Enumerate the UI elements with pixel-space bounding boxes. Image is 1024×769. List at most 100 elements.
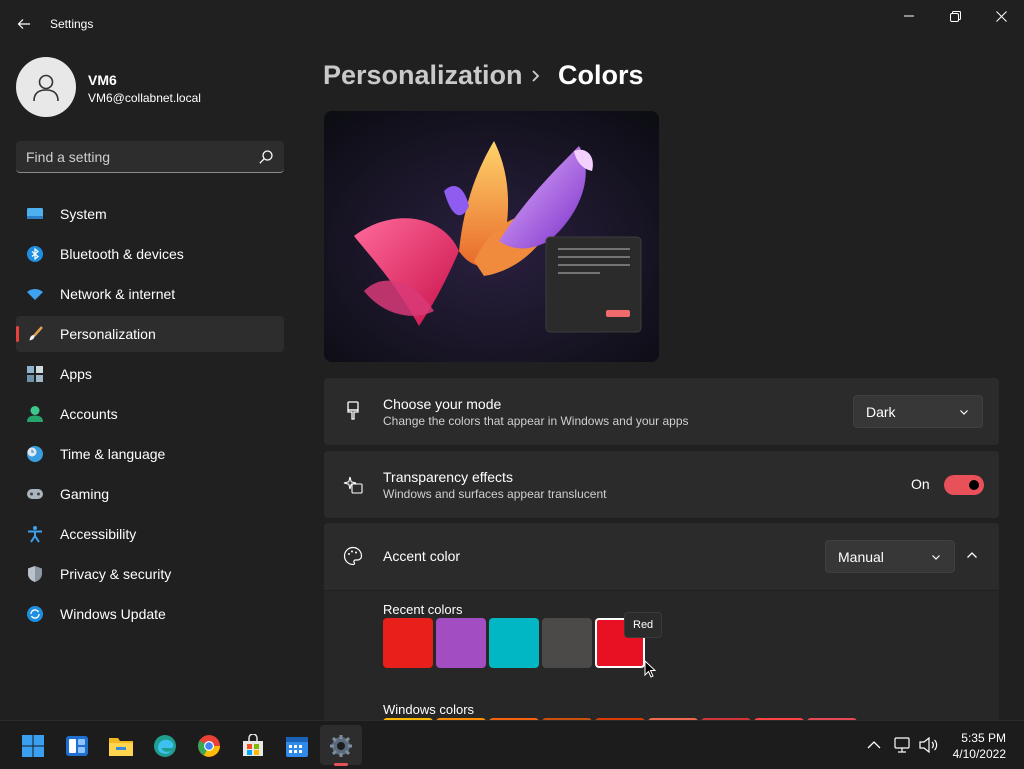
apps-icon xyxy=(26,365,44,383)
mode-dropdown[interactable]: Dark xyxy=(853,395,983,428)
accounts-icon xyxy=(26,405,44,423)
chrome-icon[interactable] xyxy=(196,733,222,759)
theme-preview xyxy=(324,111,659,362)
restore-icon xyxy=(949,10,961,22)
sidebar-item-personalization[interactable]: Personalization xyxy=(16,316,284,352)
sidebar-item-time-language[interactable]: Time & language xyxy=(16,436,284,472)
breadcrumb-parent[interactable]: Personalization xyxy=(323,60,523,91)
close-button[interactable] xyxy=(978,0,1024,32)
mode-dropdown-value: Dark xyxy=(866,404,896,420)
app-title: Settings xyxy=(50,17,94,31)
search-box[interactable] xyxy=(16,141,284,173)
brush-icon xyxy=(26,325,44,343)
sidebar-item-label: Gaming xyxy=(60,486,110,502)
accent-dropdown-value: Manual xyxy=(838,549,884,565)
transparency-state-label: On xyxy=(911,476,930,492)
sidebar-item-system[interactable]: System xyxy=(16,196,284,232)
accent-dropdown[interactable]: Manual xyxy=(825,540,955,573)
clock-time[interactable]: 5:35 PM xyxy=(961,731,1006,745)
search-input[interactable] xyxy=(26,141,246,172)
transparency-subtitle: Windows and surfaces appear translucent xyxy=(383,487,607,501)
minimize-icon xyxy=(904,15,914,17)
chevron-up-tray-icon[interactable] xyxy=(864,735,884,755)
recent-color-swatch[interactable] xyxy=(489,618,539,668)
accessibility-icon xyxy=(26,525,44,543)
mode-subtitle: Change the colors that appear in Windows… xyxy=(383,414,689,428)
active-indicator xyxy=(16,326,19,342)
active-app-indicator xyxy=(334,763,348,766)
chevron-down-icon xyxy=(932,555,940,560)
page-title: Colors xyxy=(558,60,644,90)
sidebar-item-accounts[interactable]: Accounts xyxy=(16,396,284,432)
toggle-knob xyxy=(969,480,979,490)
back-arrow-icon xyxy=(17,19,30,29)
start-icon[interactable] xyxy=(20,733,46,759)
sidebar-item-label: Network & internet xyxy=(60,286,176,302)
chevron-up-icon xyxy=(967,552,977,558)
file-explorer-icon[interactable] xyxy=(108,733,134,759)
chevron-down-icon xyxy=(960,410,968,415)
system-icon xyxy=(26,205,44,223)
sidebar-item-network[interactable]: Network & internet xyxy=(16,276,284,312)
gamepad-icon xyxy=(26,485,44,503)
wallpaper-bloom-image xyxy=(324,111,659,362)
restore-button[interactable] xyxy=(932,0,978,32)
title-bar xyxy=(0,0,1024,48)
recent-color-swatch[interactable] xyxy=(436,618,486,668)
volume-icon[interactable] xyxy=(918,735,940,755)
sidebar-item-label: Windows Update xyxy=(60,606,166,622)
settings-gear-icon[interactable] xyxy=(328,733,354,759)
palette-icon xyxy=(342,545,364,567)
sidebar-item-label: Personalization xyxy=(60,326,156,342)
sidebar-item-label: Time & language xyxy=(60,446,166,462)
avatar[interactable] xyxy=(16,57,76,117)
recent-color-swatch[interactable] xyxy=(542,618,592,668)
transparency-card: Transparency effects Windows and surface… xyxy=(324,451,999,518)
transparency-title: Transparency effects xyxy=(383,469,513,485)
sidebar-item-windows-update[interactable]: Windows Update xyxy=(16,596,284,632)
accent-card[interactable]: Accent color Manual xyxy=(324,523,999,590)
recent-colors-label: Recent colors xyxy=(383,602,463,617)
color-tooltip: Red xyxy=(624,612,662,638)
recent-color-swatch[interactable] xyxy=(383,618,433,668)
clock-date[interactable]: 4/10/2022 xyxy=(953,747,1006,761)
close-icon xyxy=(995,10,1007,22)
breadcrumb-chevron-icon xyxy=(532,70,540,82)
accent-title: Accent color xyxy=(383,548,461,564)
sidebar-item-label: System xyxy=(60,206,107,222)
sidebar-item-label: Accounts xyxy=(60,406,118,422)
bluetooth-icon xyxy=(26,245,44,263)
sidebar-item-label: Bluetooth & devices xyxy=(60,246,184,262)
mouse-cursor-icon xyxy=(644,660,656,678)
paint-bucket-icon xyxy=(342,400,364,422)
back-button[interactable] xyxy=(8,8,40,40)
mode-title: Choose your mode xyxy=(383,396,502,412)
sidebar-item-apps[interactable]: Apps xyxy=(16,356,284,392)
user-icon xyxy=(33,74,59,102)
sidebar-item-label: Accessibility xyxy=(60,526,137,542)
wifi-icon xyxy=(26,285,44,303)
windows-colors-label: Windows colors xyxy=(383,702,475,717)
widgets-icon[interactable] xyxy=(64,733,90,759)
taskbar: 5:35 PM 4/10/2022 xyxy=(0,720,1024,769)
transparency-toggle[interactable] xyxy=(944,475,984,495)
minimize-button[interactable] xyxy=(886,0,932,32)
edge-icon[interactable] xyxy=(152,733,178,759)
user-email: VM6@collabnet.local xyxy=(88,91,201,105)
calendar-icon[interactable] xyxy=(284,733,310,759)
sidebar-item-label: Apps xyxy=(60,366,92,382)
tooltip-text: Red xyxy=(633,619,654,631)
sidebar-item-gaming[interactable]: Gaming xyxy=(16,476,284,512)
sidebar-item-privacy-security[interactable]: Privacy & security xyxy=(16,556,284,592)
network-tray-icon[interactable] xyxy=(892,735,914,755)
sparkle-icon xyxy=(342,473,364,495)
update-icon xyxy=(26,605,44,623)
collapse-button[interactable] xyxy=(965,548,985,566)
sidebar-item-label: Privacy & security xyxy=(60,566,172,582)
search-icon[interactable] xyxy=(258,149,274,165)
store-icon[interactable] xyxy=(240,733,266,759)
user-name: VM6 xyxy=(88,72,117,88)
sidebar-item-bluetooth[interactable]: Bluetooth & devices xyxy=(16,236,284,272)
sidebar-item-accessibility[interactable]: Accessibility xyxy=(16,516,284,552)
clock-globe-icon xyxy=(26,445,44,463)
